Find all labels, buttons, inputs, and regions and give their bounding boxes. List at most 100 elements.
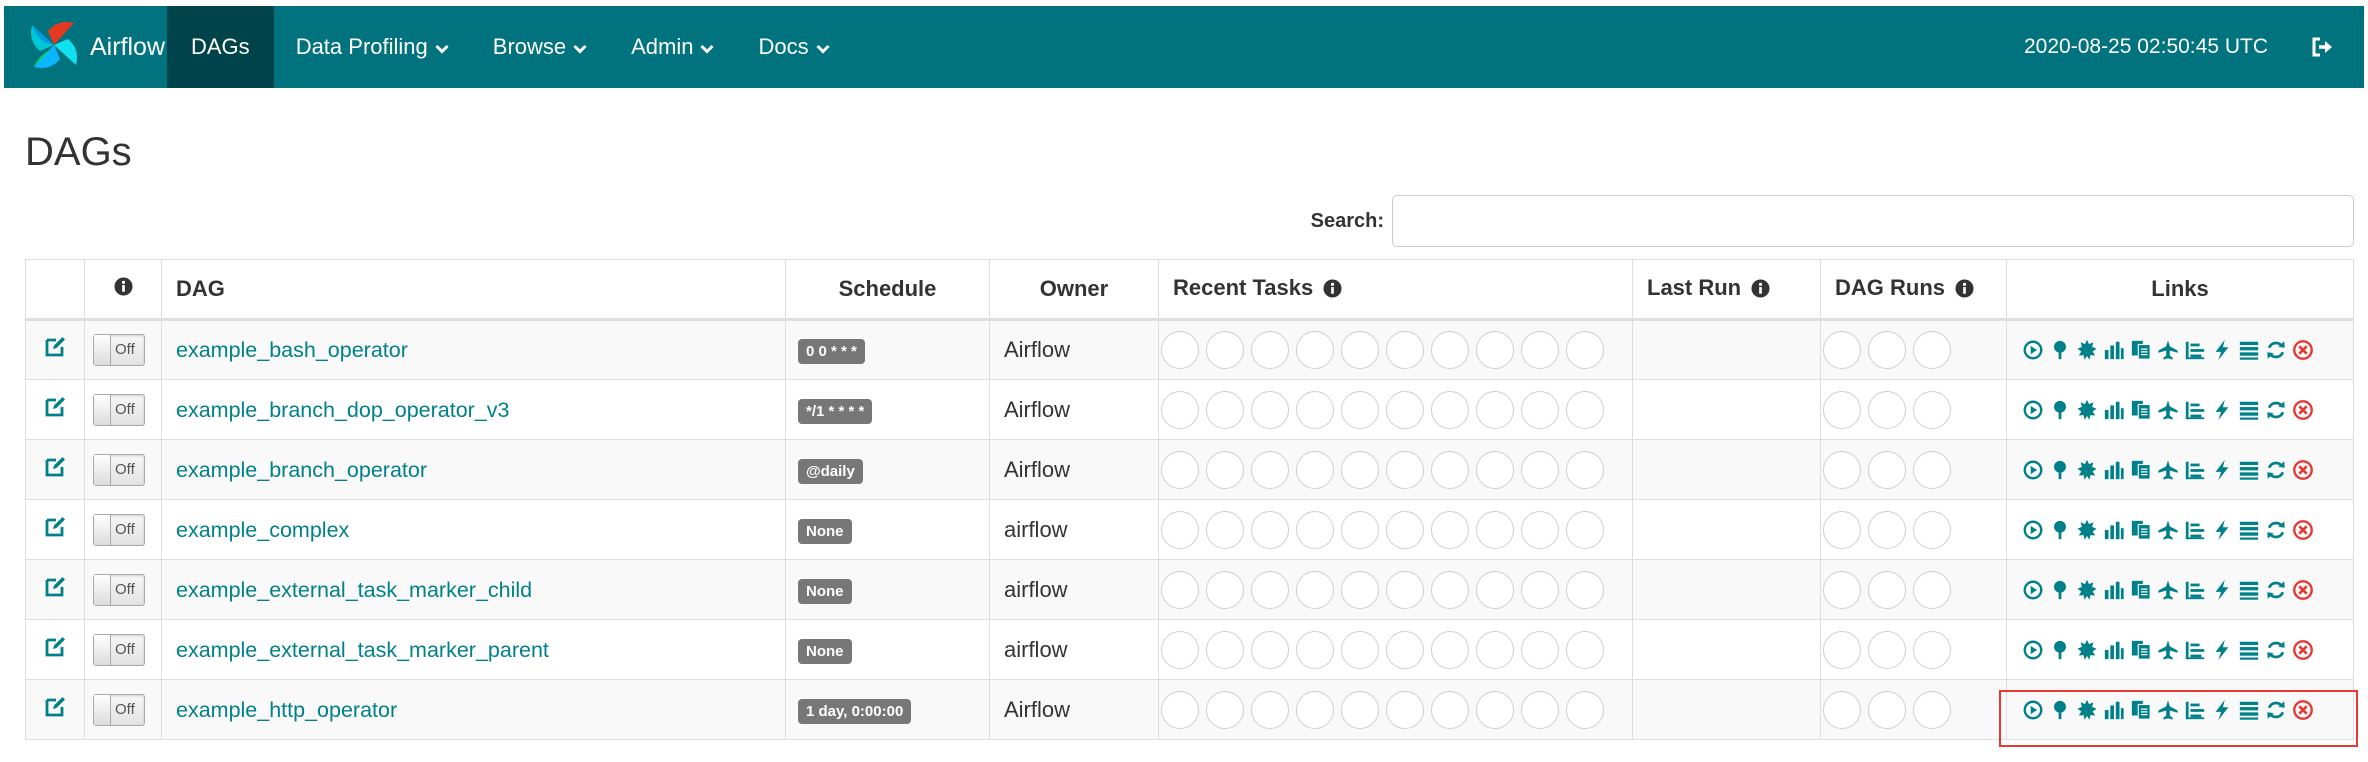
graph-view-icon[interactable] — [2075, 638, 2099, 662]
status-circle[interactable] — [1566, 450, 1604, 489]
task-duration-icon[interactable] — [2210, 398, 2234, 422]
nav-browse[interactable]: Browse — [471, 6, 609, 88]
logout-icon[interactable] — [2312, 37, 2334, 57]
graph-view-icon[interactable] — [2075, 458, 2099, 482]
status-circle[interactable] — [1341, 331, 1379, 369]
logs-icon[interactable] — [2237, 578, 2261, 602]
tries-chart-icon[interactable] — [2102, 578, 2126, 602]
status-circle[interactable] — [1386, 570, 1424, 609]
trigger-dag-icon[interactable] — [2021, 578, 2045, 602]
status-circle[interactable] — [1161, 570, 1199, 609]
status-circle[interactable] — [1566, 510, 1604, 549]
status-circle[interactable] — [1521, 390, 1559, 429]
status-circle[interactable] — [1913, 450, 1951, 489]
status-circle[interactable] — [1341, 450, 1379, 489]
dag-toggle[interactable]: Off — [93, 453, 145, 486]
nav-dags[interactable]: DAGs — [167, 6, 274, 88]
info-icon[interactable] — [1323, 278, 1342, 304]
nav-docs[interactable]: Docs — [736, 6, 851, 88]
task-duration-icon[interactable] — [2210, 458, 2234, 482]
status-circle[interactable] — [1386, 450, 1424, 489]
task-duration-icon[interactable] — [2210, 518, 2234, 542]
tries-chart-icon[interactable] — [2102, 458, 2126, 482]
dag-toggle[interactable]: Off — [93, 334, 145, 366]
status-circle[interactable] — [1823, 450, 1861, 489]
status-circle[interactable] — [1296, 450, 1334, 489]
dag-toggle[interactable]: Off — [93, 573, 145, 606]
status-circle[interactable] — [1341, 690, 1379, 729]
graph-view-icon[interactable] — [2075, 578, 2099, 602]
tries-chart-icon[interactable] — [2102, 398, 2126, 422]
status-circle[interactable] — [1161, 630, 1199, 669]
status-circle[interactable] — [1913, 331, 1951, 369]
status-circle[interactable] — [1251, 510, 1289, 549]
status-circle[interactable] — [1476, 450, 1514, 489]
gantt-icon[interactable] — [2156, 578, 2180, 602]
code-view-icon[interactable] — [2129, 518, 2153, 542]
trigger-dag-icon[interactable] — [2021, 638, 2045, 662]
status-circle[interactable] — [1251, 570, 1289, 609]
delete-icon[interactable] — [2291, 338, 2315, 362]
status-circle[interactable] — [1521, 510, 1559, 549]
edit-icon[interactable] — [44, 396, 66, 423]
status-circle[interactable] — [1386, 510, 1424, 549]
edit-icon[interactable] — [44, 696, 66, 723]
status-circle[interactable] — [1913, 630, 1951, 669]
logs-icon[interactable] — [2237, 638, 2261, 662]
status-circle[interactable] — [1476, 510, 1514, 549]
refresh-icon[interactable] — [2264, 338, 2288, 362]
header-info[interactable] — [84, 259, 162, 321]
status-circle[interactable] — [1341, 630, 1379, 669]
status-circle[interactable] — [1913, 690, 1951, 729]
tries-chart-icon[interactable] — [2102, 338, 2126, 362]
status-circle[interactable] — [1341, 510, 1379, 549]
code-view-icon[interactable] — [2129, 398, 2153, 422]
edit-icon[interactable] — [44, 516, 66, 543]
status-circle[interactable] — [1296, 570, 1334, 609]
landing-times-icon[interactable] — [2183, 578, 2207, 602]
trigger-dag-icon[interactable] — [2021, 338, 2045, 362]
status-circle[interactable] — [1476, 331, 1514, 369]
status-circle[interactable] — [1341, 390, 1379, 429]
status-circle[interactable] — [1521, 570, 1559, 609]
tree-view-icon[interactable] — [2048, 578, 2072, 602]
dag-toggle[interactable]: Off — [93, 633, 145, 666]
logs-icon[interactable] — [2237, 518, 2261, 542]
landing-times-icon[interactable] — [2183, 458, 2207, 482]
edit-icon[interactable] — [44, 636, 66, 663]
status-circle[interactable] — [1206, 390, 1244, 429]
info-icon[interactable] — [1955, 278, 1974, 304]
status-circle[interactable] — [1868, 331, 1906, 369]
status-circle[interactable] — [1476, 630, 1514, 669]
tries-chart-icon[interactable] — [2102, 518, 2126, 542]
status-circle[interactable] — [1341, 570, 1379, 609]
status-circle[interactable] — [1296, 331, 1334, 369]
status-circle[interactable] — [1476, 570, 1514, 609]
delete-icon[interactable] — [2291, 518, 2315, 542]
status-circle[interactable] — [1913, 390, 1951, 429]
status-circle[interactable] — [1823, 570, 1861, 609]
status-circle[interactable] — [1161, 331, 1199, 369]
graph-view-icon[interactable] — [2075, 518, 2099, 542]
status-circle[interactable] — [1206, 510, 1244, 549]
status-circle[interactable] — [1251, 331, 1289, 369]
status-circle[interactable] — [1868, 570, 1906, 609]
graph-view-icon[interactable] — [2075, 398, 2099, 422]
status-circle[interactable] — [1431, 630, 1469, 669]
status-circle[interactable] — [1386, 331, 1424, 369]
status-circle[interactable] — [1431, 510, 1469, 549]
nav-data-profiling[interactable]: Data Profiling — [274, 6, 471, 88]
edit-icon[interactable] — [44, 576, 66, 603]
status-circle[interactable] — [1206, 690, 1244, 729]
status-circle[interactable] — [1868, 690, 1906, 729]
status-circle[interactable] — [1823, 390, 1861, 429]
status-circle[interactable] — [1296, 630, 1334, 669]
landing-times-icon[interactable] — [2183, 338, 2207, 362]
status-circle[interactable] — [1823, 630, 1861, 669]
landing-times-icon[interactable] — [2183, 518, 2207, 542]
status-circle[interactable] — [1296, 690, 1334, 729]
code-view-icon[interactable] — [2129, 578, 2153, 602]
dag-toggle[interactable]: Off — [93, 513, 145, 546]
status-circle[interactable] — [1431, 390, 1469, 429]
status-circle[interactable] — [1566, 630, 1604, 669]
